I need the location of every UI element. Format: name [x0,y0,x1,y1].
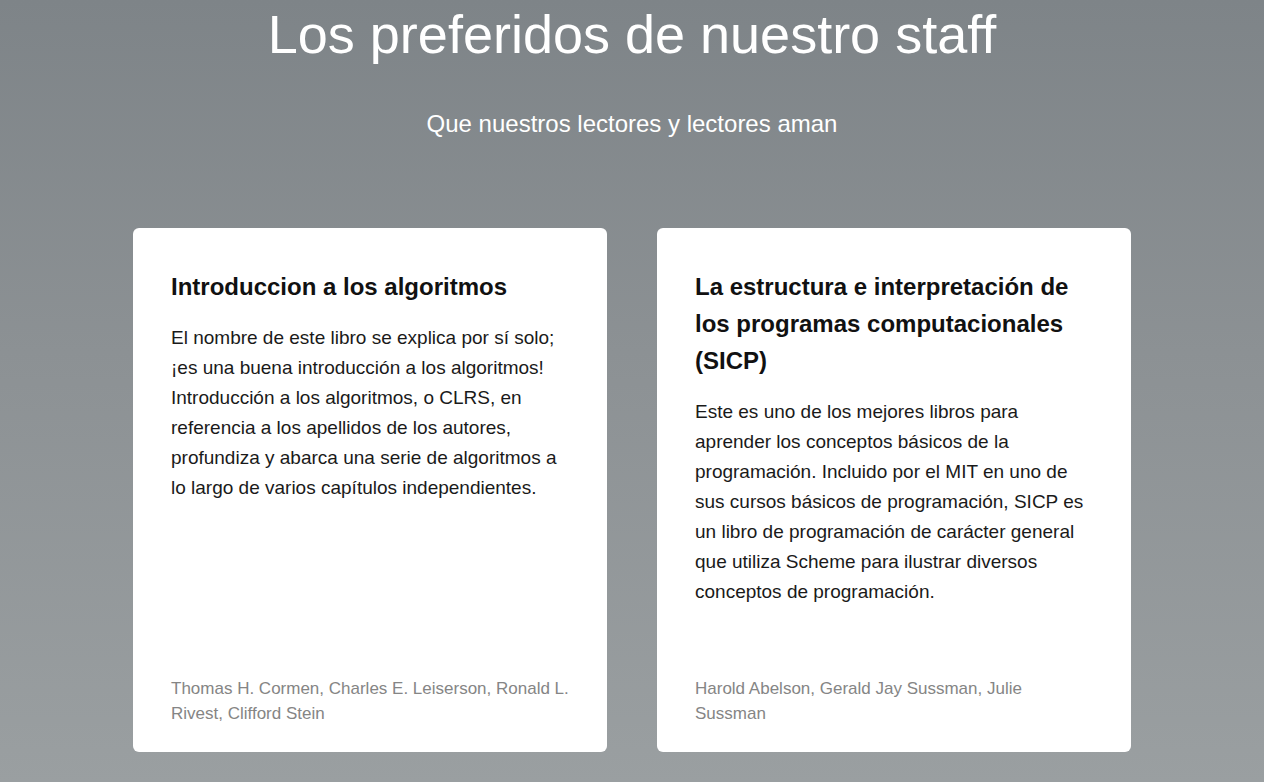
book-title: La estructura e interpretación de los pr… [695,268,1093,379]
book-card[interactable]: La estructura e interpretación de los pr… [657,228,1131,752]
hero-header: Los preferidos de nuestro staff Que nuest… [268,0,996,139]
page-title: Los preferidos de nuestro staff [268,2,996,66]
book-cards: Introduccion a los algoritmos El nombre d… [133,228,1131,752]
background-photo: Los preferidos de nuestro staff Que nuest… [0,0,1264,782]
book-title: Introduccion a los algoritmos [171,268,569,305]
book-description: Este es uno de los mejores libros para a… [695,397,1093,607]
book-description: El nombre de este libro se explica por s… [171,323,569,503]
book-authors: Harold Abelson, Gerald Jay Sussman, Juli… [695,656,1093,726]
page-subtitle: Que nuestros lectores y lectores aman [427,109,838,139]
book-card[interactable]: Introduccion a los algoritmos El nombre d… [133,228,607,752]
book-authors: Thomas H. Cormen, Charles E. Leiserson, … [171,656,569,726]
